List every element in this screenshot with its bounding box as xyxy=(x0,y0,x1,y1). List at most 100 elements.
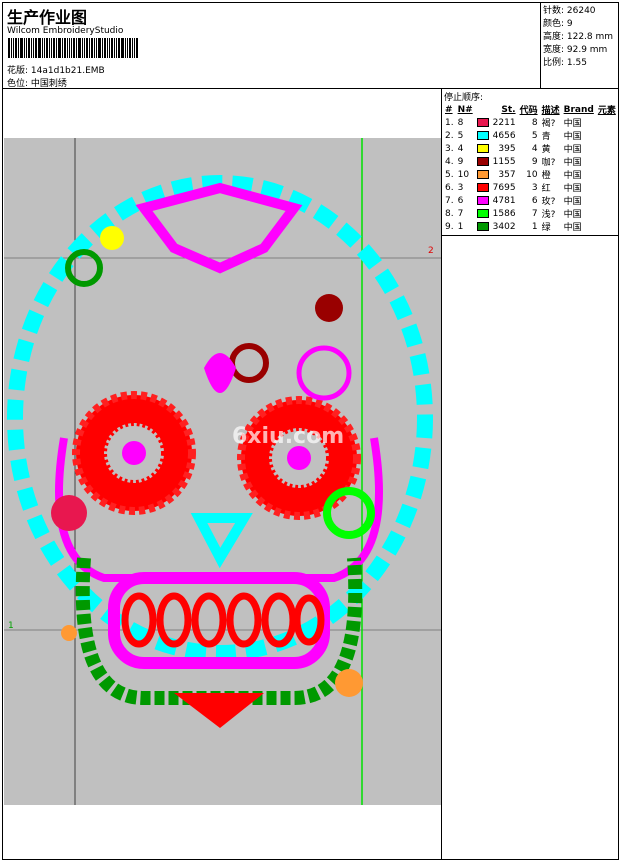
stitch-count: 2211 xyxy=(492,117,516,128)
needle-number: 8 xyxy=(457,117,464,128)
element xyxy=(596,155,618,168)
color-code: 4 xyxy=(531,143,538,154)
color-description: 红 xyxy=(541,184,551,194)
color-swatch xyxy=(476,195,489,205)
page-title: 生产作业图 xyxy=(7,8,88,27)
color-row: 3. 4 395 4 黄 中国 xyxy=(443,142,618,155)
col-header: # xyxy=(445,104,453,115)
color-row: 5. 10 357 10 橙 中国 xyxy=(443,168,618,181)
nose xyxy=(190,513,253,569)
brand: 中国 xyxy=(563,145,582,155)
col-header: N# xyxy=(457,104,473,115)
color-code: 8 xyxy=(531,117,538,128)
ornament xyxy=(61,625,77,641)
chin-ornament xyxy=(174,693,264,728)
ornament xyxy=(315,294,343,322)
color-swatch xyxy=(476,221,489,231)
ornament xyxy=(51,495,87,531)
color-row: 4. 9 1155 9 咖? 中国 xyxy=(443,155,618,168)
color-swatch xyxy=(476,117,489,127)
row-index: 6. xyxy=(445,182,454,193)
ornament xyxy=(65,249,103,287)
color-code: 7 xyxy=(531,208,538,219)
color-count: 颜色: 9 xyxy=(543,19,573,29)
barcode xyxy=(8,38,138,58)
design-preview: 6xiu.com 2 1 xyxy=(4,138,441,805)
element xyxy=(596,194,618,207)
ornament xyxy=(323,487,375,539)
color-line: 色位: 中国刺绣 xyxy=(7,76,67,89)
stop-sequence: 停止顺序: # N# St. 代码 描述 Brand 元素 1. 8 2211 … xyxy=(442,89,619,236)
brand: 中国 xyxy=(563,210,582,220)
color-row: 9. 1 3402 1 绿 中国 xyxy=(443,220,618,233)
stitch-count: 4781 xyxy=(492,195,516,206)
needle-number: 1 xyxy=(457,221,464,232)
stitch-count: 395 xyxy=(498,143,516,154)
needle-number: 6 xyxy=(457,195,464,206)
stop-sequence-label: 停止顺序: xyxy=(444,93,484,103)
color-description: 咖? xyxy=(541,158,556,168)
header: 生产作业图 Wilcom EmbroideryStudio 花版: 14a1d1… xyxy=(2,2,619,89)
left-pupil xyxy=(122,441,146,465)
color-code: 9 xyxy=(531,156,538,167)
stitch-count: 7695 xyxy=(492,182,516,193)
color-description: 黄 xyxy=(541,145,551,155)
color-description: 青 xyxy=(541,132,551,142)
stitch-count: 4656 xyxy=(492,130,516,141)
needle-number: 3 xyxy=(457,182,464,193)
color-swatch xyxy=(476,156,489,166)
col-header: 代码 xyxy=(519,106,538,116)
col-header: Brand xyxy=(563,104,594,115)
color-code: 10 xyxy=(526,169,538,180)
col-header: St. xyxy=(501,104,516,115)
element xyxy=(596,168,618,181)
color-code: 1 xyxy=(531,221,538,232)
needle-number: 4 xyxy=(457,143,464,154)
needle-number: 7 xyxy=(457,208,464,219)
element xyxy=(596,207,618,220)
design-file-line: 花版: 14a1d1b21.EMB xyxy=(7,63,105,76)
stitch-count: 357 xyxy=(498,169,516,180)
row-index: 9. xyxy=(445,221,454,232)
color-swatch xyxy=(476,182,489,192)
needle-number: 9 xyxy=(457,156,464,167)
watermark: 6xiu.com xyxy=(232,424,344,449)
right-pupil xyxy=(287,446,311,470)
color-value: 中国刺绣 xyxy=(30,79,67,89)
row-index: 7. xyxy=(445,195,454,206)
color-row: 6. 3 7695 3 红 中国 xyxy=(443,181,618,194)
element xyxy=(596,181,618,194)
element xyxy=(596,220,618,233)
color-table: # N# St. 代码 描述 Brand 元素 1. 8 2211 8 褐? 中… xyxy=(443,103,618,234)
color-description: 绿 xyxy=(541,223,551,233)
color-description: 浅? xyxy=(541,210,556,220)
color-description: 橙 xyxy=(541,171,551,181)
color-description: 褐? xyxy=(541,119,556,129)
row-index: 2. xyxy=(445,130,454,141)
brand: 中国 xyxy=(563,171,582,181)
color-row: 2. 5 4656 5 青 中国 xyxy=(443,129,618,142)
stitch-count: 3402 xyxy=(492,221,516,232)
element xyxy=(596,142,618,155)
stop-marker-1: 1 xyxy=(8,621,14,631)
design-file: 14a1d1b21.EMB xyxy=(30,66,105,76)
color-code: 3 xyxy=(531,182,538,193)
software-name: Wilcom EmbroideryStudio xyxy=(7,26,124,36)
row-index: 8. xyxy=(445,208,454,219)
row-index: 5. xyxy=(445,169,454,180)
ornament xyxy=(296,345,352,401)
needle-number: 10 xyxy=(457,169,470,180)
row-index: 4. xyxy=(445,156,454,167)
design-width: 宽度: 92.9 mm xyxy=(543,45,608,55)
col-header: 元素 xyxy=(597,106,616,116)
crown xyxy=(135,182,303,274)
color-swatch xyxy=(476,130,489,140)
brand: 中国 xyxy=(563,132,582,142)
needle-number: 5 xyxy=(457,130,464,141)
ornament xyxy=(229,343,269,383)
color-label: 色位: xyxy=(7,79,29,89)
teeth xyxy=(121,592,325,648)
color-row: 8. 7 1586 7 浅? 中国 xyxy=(443,207,618,220)
row-index: 1. xyxy=(445,117,454,128)
color-swatch xyxy=(476,208,489,218)
